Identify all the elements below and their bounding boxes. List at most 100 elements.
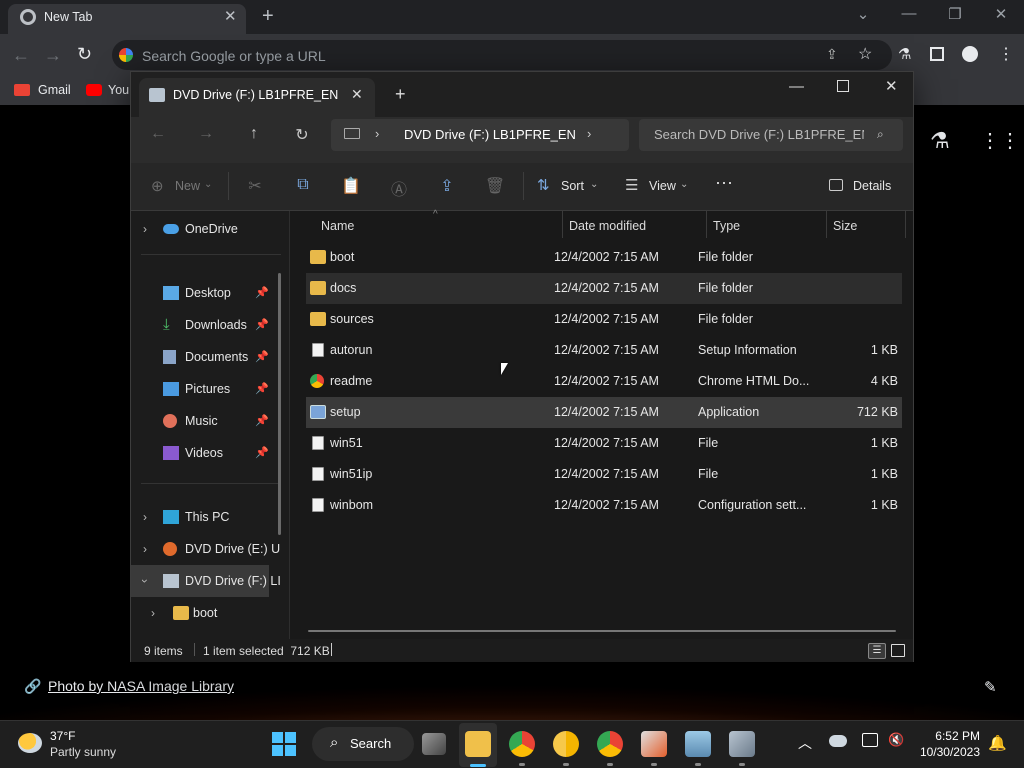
column-header-row: Name ^ Date modified Type Size [290, 209, 914, 242]
view-button[interactable]: View [649, 179, 676, 193]
nav-item-this-pc[interactable]: › This PC [131, 501, 289, 533]
forward-arrow-icon[interactable]: → [191, 125, 221, 143]
new-tab-button[interactable]: + [395, 84, 406, 105]
nav-item-downloads[interactable]: ⤓ Downloads 📌 [131, 309, 289, 341]
network-icon[interactable] [862, 733, 878, 747]
details-button[interactable]: Details [853, 179, 891, 193]
minimize-button[interactable]: — [789, 78, 804, 95]
side-panel-icon[interactable] [930, 47, 944, 61]
back-arrow-icon[interactable]: ← [12, 45, 30, 66]
restore-button[interactable]: ❐ [932, 5, 978, 23]
file-row[interactable]: boot 12/4/2002 7:15 AM File folder [306, 242, 902, 273]
chrome-canary-taskbar-icon[interactable] [553, 731, 579, 757]
details-view-icon[interactable]: ☰ [868, 643, 886, 659]
bookmark-youtube[interactable]: You [108, 83, 129, 97]
photos-taskbar-icon[interactable] [685, 731, 711, 757]
cut-icon[interactable]: ✂ [240, 176, 270, 196]
customize-pencil-icon[interactable]: ✎ [984, 678, 997, 696]
chrome-dev-taskbar-icon[interactable] [597, 731, 623, 757]
breadcrumb-chevron-icon[interactable]: › [375, 126, 379, 141]
clock-date[interactable]: 10/30/2023 [910, 745, 980, 759]
windows-start-icon[interactable] [272, 732, 296, 756]
setup-taskbar-icon[interactable] [729, 731, 755, 757]
file-row[interactable]: sources 12/4/2002 7:15 AM File folder [306, 304, 902, 335]
column-type[interactable]: Type [713, 211, 740, 242]
chrome-menu-icon[interactable]: ⋮ [998, 44, 1014, 64]
bookmark-star-icon[interactable]: ☆ [858, 44, 872, 64]
file-row[interactable]: win51 12/4/2002 7:15 AM File 1 KB [306, 428, 902, 459]
labs-flask-icon[interactable]: ⚗ [930, 128, 950, 154]
file-row[interactable]: setup 12/4/2002 7:15 AM Application 712 KB [306, 397, 902, 428]
sort-button[interactable]: Sort [561, 179, 584, 193]
search-icon[interactable]: ⌕ [877, 127, 884, 142]
notification-bell-icon[interactable]: 🔔 [988, 734, 1007, 752]
apps-grid-icon[interactable]: ⋮⋮ [980, 128, 1020, 153]
back-arrow-icon[interactable]: ← [143, 125, 173, 143]
share-icon[interactable]: ⇪ [826, 46, 838, 63]
file-row[interactable]: win51ip 12/4/2002 7:15 AM File 1 KB [306, 459, 902, 490]
new-tab-button[interactable]: + [262, 5, 274, 28]
weather-desc[interactable]: Partly sunny [50, 745, 116, 759]
nav-item-videos[interactable]: Videos 📌 [131, 437, 289, 469]
nav-scrollbar[interactable] [278, 273, 281, 535]
horizontal-scrollbar[interactable] [308, 630, 896, 632]
close-tab-icon[interactable]: ✕ [351, 86, 363, 103]
file-date-modified: 12/4/2002 7:15 AM [554, 467, 659, 481]
breadcrumb-chevron-icon[interactable]: › [587, 126, 591, 141]
chevron-down-icon[interactable]: › [131, 579, 161, 583]
close-window-button[interactable]: ✕ [885, 77, 898, 95]
maximize-button[interactable] [837, 80, 849, 92]
delete-icon[interactable]: 🗑 [480, 176, 510, 196]
minimize-button[interactable]: — [886, 5, 932, 22]
file-row[interactable]: readme 12/4/2002 7:15 AM Chrome HTML Do...… [306, 366, 902, 397]
close-window-button[interactable]: ✕ [978, 5, 1024, 23]
copy-icon[interactable]: ⧉ [288, 176, 318, 194]
close-tab-icon[interactable]: ✕ [224, 7, 237, 25]
profile-avatar-icon[interactable] [962, 46, 978, 62]
share-icon[interactable]: ⇪ [432, 176, 462, 196]
breadcrumb-current[interactable]: DVD Drive (F:) LB1PFRE_EN [404, 127, 576, 142]
clock-time[interactable]: 6:52 PM [910, 729, 980, 743]
task-view-icon[interactable] [422, 733, 446, 755]
paste-icon[interactable]: 📋 [336, 176, 366, 196]
chevron-right-icon[interactable]: › [143, 533, 147, 565]
nav-item-pictures[interactable]: Pictures 📌 [131, 373, 289, 405]
chevron-right-icon[interactable]: › [143, 213, 147, 245]
nav-item-dvd-f[interactable]: › DVD Drive (F:) LI [131, 565, 281, 597]
chrome-taskbar-icon[interactable] [509, 731, 535, 757]
reload-icon[interactable]: ↻ [77, 44, 92, 65]
weather-partly-sunny-icon[interactable] [18, 733, 42, 753]
tab-search-icon[interactable]: ⌄ [840, 5, 886, 23]
chevron-right-icon[interactable]: › [143, 501, 147, 533]
chevron-right-icon[interactable]: › [151, 597, 155, 629]
new-button[interactable]: New [175, 179, 200, 193]
weather-temp[interactable]: 37°F [50, 729, 75, 743]
large-icons-view-icon[interactable] [891, 644, 905, 657]
view-icon: ☰ [625, 177, 639, 194]
column-size[interactable]: Size [833, 211, 857, 242]
nav-item-dvd-e[interactable]: › DVD Drive (E:) U [131, 533, 289, 565]
volume-muted-icon[interactable]: 🔇 [888, 732, 904, 748]
file-row[interactable]: winbom 12/4/2002 7:15 AM Configuration set… [306, 490, 902, 521]
nav-item-documents[interactable]: Documents 📌 [131, 341, 289, 373]
onedrive-tray-icon[interactable] [829, 735, 847, 747]
up-arrow-icon[interactable]: ↑ [239, 125, 269, 143]
show-hidden-icons-icon[interactable]: ︿ [798, 733, 812, 753]
bookmark-gmail[interactable]: Gmail [38, 83, 71, 97]
file-row[interactable]: docs 12/4/2002 7:15 AM File folder [306, 273, 902, 304]
rename-icon[interactable]: Ⓐ [384, 176, 414, 200]
file-explorer-taskbar-icon[interactable] [465, 731, 491, 757]
nav-item-boot[interactable]: › boot [131, 597, 289, 629]
forward-arrow-icon[interactable]: → [44, 45, 62, 66]
paint-taskbar-icon[interactable] [641, 731, 667, 757]
refresh-icon[interactable]: ↻ [287, 125, 317, 145]
column-date-modified[interactable]: Date modified [569, 211, 646, 242]
extensions-icon[interactable]: ⚗ [898, 45, 911, 63]
nav-item-onedrive[interactable]: › OneDrive [131, 213, 289, 245]
nav-item-desktop[interactable]: Desktop 📌 [131, 277, 289, 309]
nav-item-music[interactable]: Music 📌 [131, 405, 289, 437]
more-options-icon[interactable]: ··· [715, 172, 733, 193]
photo-credit-link[interactable]: Photo by NASA Image Library [48, 678, 234, 694]
column-name[interactable]: Name [321, 211, 354, 242]
file-row[interactable]: autorun 12/4/2002 7:15 AM Setup Informatio… [306, 335, 902, 366]
